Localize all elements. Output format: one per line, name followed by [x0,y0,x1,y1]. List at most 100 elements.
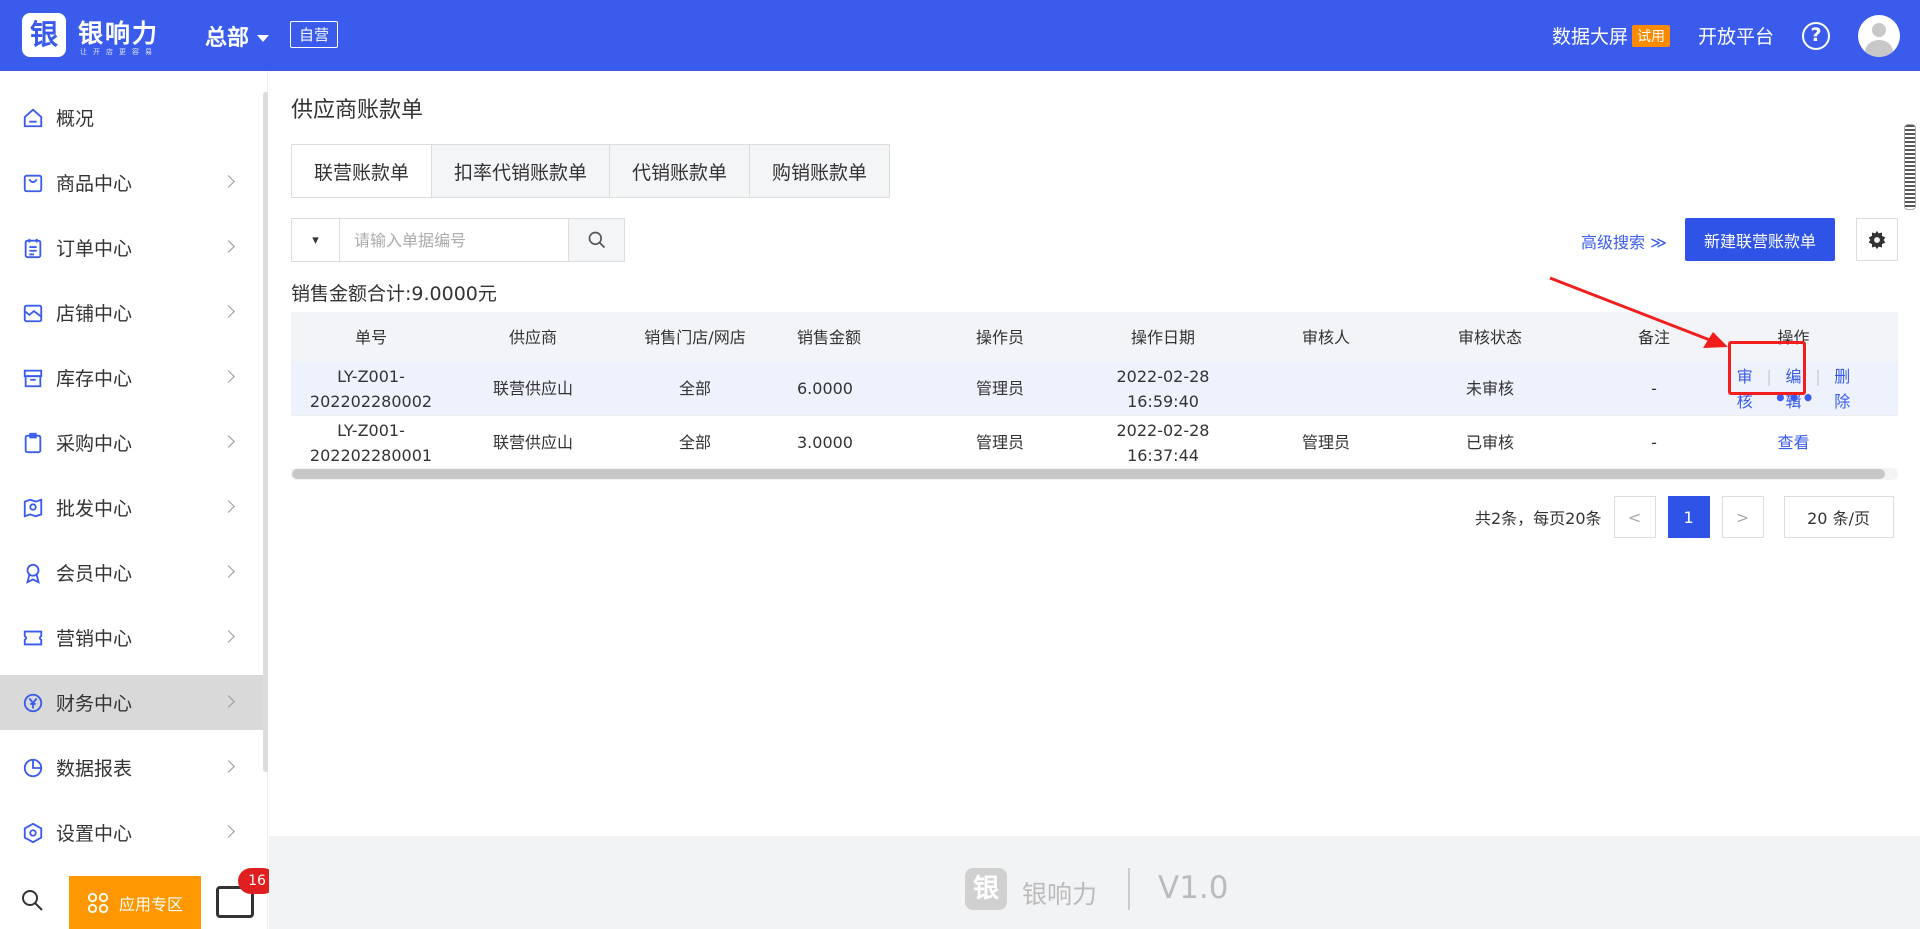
divider: | [1815,366,1821,386]
open-platform-link[interactable]: 开放平台 [1698,22,1774,49]
page-size-select[interactable]: 20 条/页 [1783,496,1894,538]
sidebar-item-label: 财务中心 [56,693,133,715]
org-switcher[interactable]: 总部 [205,20,270,52]
chevron-right-icon [222,825,235,838]
help-icon: ? [1802,21,1830,50]
chevron-right-icon [222,175,235,188]
sidebar-item-orders[interactable]: 订单中心 [0,220,263,275]
avatar [1858,14,1900,57]
time-part: 16:37:44 [1127,445,1199,465]
sidebar-item-label: 库存中心 [56,368,133,390]
footer-version: V1.0 [1158,870,1229,906]
sidebar-item-marketing[interactable]: 营销中心 [0,610,263,665]
search-button[interactable] [568,219,624,261]
trial-badge: 试用 [1631,24,1670,47]
sidebar-scrollbar[interactable] [263,92,268,772]
sidebar-search-icon[interactable] [20,888,44,912]
brand-logo-icon[interactable]: 银 [22,13,66,57]
footer-divider [1128,868,1130,910]
apps-grid-icon [87,892,109,913]
sidebar-item-stores[interactable]: 店铺中心 [0,285,263,340]
sidebar-item-label: 店铺中心 [56,303,133,325]
tab-purchase-sale[interactable]: 购销账款单 [749,145,890,197]
sidebar-item-finance[interactable]: 财务中心 [0,675,263,730]
ticket-icon [23,630,43,645]
sidebar-item-members[interactable]: 会员中心 [0,545,263,600]
sidebar-item-purchase[interactable]: 采购中心 [0,415,263,470]
sidebar-item-wholesale[interactable]: 批发中心 [0,480,263,535]
sidebar-item-label: 数据报表 [56,758,133,780]
user-avatar-button[interactable] [1858,14,1900,57]
sidebar-item-label: 会员中心 [56,563,133,585]
header-actions: 数据大屏 试用 开放平台 ? [1524,0,1900,71]
table-horizontal-scrollbar[interactable] [291,468,1898,480]
new-joint-bill-button[interactable]: 新建联营账款单 [1685,218,1835,261]
supplier-cell: 联营供应山 [492,379,573,398]
amount-cell: 3.0000 [797,433,853,452]
page-scrollbar[interactable] [1904,124,1916,210]
bill-number-part: 202202280002 [309,391,433,411]
status-cell: 未审核 [1465,379,1514,398]
date-part: 2022-02-28 [1116,420,1210,440]
footer-brand-name: 银响力 [1022,880,1098,909]
clipboard-icon [24,238,42,258]
tab-joint-operation[interactable]: 联营账款单 [292,145,432,197]
chevron-right-icon [222,500,235,513]
page-title: 供应商账款单 [291,98,424,123]
operator-cell: 管理员 [975,379,1024,398]
next-page-button[interactable]: > [1721,496,1764,538]
table-row[interactable]: LY-Z001- 202202280001 联营供应山 全部 3.0000 管理员… [291,416,1898,470]
app-zone-button[interactable]: 应用专区 [69,876,201,929]
sales-amount-total: 销售金额合计:9.0000元 [291,283,497,305]
view-link[interactable]: 查看 [1777,430,1809,455]
sidebar-item-label: 概况 [56,108,95,130]
footer-logo-icon: 银 [965,868,1007,910]
remark-cell: - [1651,379,1657,398]
col-header: 审核人 [1301,327,1350,347]
chevron-right-icon [222,565,235,578]
sidebar-item-inventory[interactable]: 库存中心 [0,350,263,405]
pointer-arrow-annotation [1549,276,1728,348]
data-screen-link[interactable]: 数据大屏 试用 [1552,22,1670,49]
search-field-select[interactable]: ▾ [292,219,340,261]
bill-number-part: 202202280001 [309,445,433,465]
page-1-button[interactable]: 1 [1667,496,1710,538]
help-button[interactable]: ? [1802,21,1830,50]
shopping-bag-icon [23,174,43,192]
bill-number-part: LY-Z001- [337,420,405,440]
store-cell: 全部 [678,433,711,452]
bill-number-search-input[interactable] [340,219,568,261]
advanced-search-link[interactable]: 高级搜索 ≫ [1581,229,1667,253]
search-bar: ▾ [291,218,625,262]
chevron-right-icon [222,305,235,318]
table-row[interactable]: LY-Z001- 202202280002 联营供应山 全部 6.0000 管理员… [291,362,1898,416]
table-settings-button[interactable] [1856,218,1898,261]
pagination: 共2条，每页20条 < 1 > 20 条/页 [1475,496,1894,538]
col-header: 供应商 [508,327,557,347]
date-cell: 2022-02-28 16:37:44 [1075,418,1251,468]
sidebar-item-reports[interactable]: 数据报表 [0,740,263,795]
sidebar-item-settings[interactable]: 设置中心 [0,805,263,860]
archive-icon [23,369,43,387]
top-bar: 银 银响力 让开店更容易 总部 自营 数据大屏 试用 开放平台 ? [0,0,1920,71]
col-header: 操作日期 [1130,327,1195,347]
remark-cell: - [1651,433,1657,452]
sidebar-item-goods[interactable]: 商品中心 [0,155,263,210]
tab-consignment[interactable]: 代销账款单 [609,145,750,197]
time-part: 16:59:40 [1127,391,1199,411]
self-operated-tag: 自营 [290,21,339,48]
sidebar-item-label: 批发中心 [56,498,133,520]
prev-page-button[interactable]: < [1613,496,1656,538]
delete-link[interactable]: 删除 [1827,364,1858,414]
chevron-right-icon [222,695,235,708]
map-pin-icon [23,497,43,518]
caret-down-icon [257,34,270,48]
scrollbar-thumb[interactable] [292,469,1885,479]
sidebar-item-label: 采购中心 [56,433,133,455]
col-header: 销售金额 [797,327,862,347]
tab-discount-consignment[interactable]: 扣率代销账款单 [431,145,610,197]
sidebar-item-overview[interactable]: 概况 [0,90,263,145]
data-screen-label: 数据大屏 [1551,26,1628,48]
brand-name: 银响力 [78,19,160,48]
operator-cell: 管理员 [975,433,1024,452]
